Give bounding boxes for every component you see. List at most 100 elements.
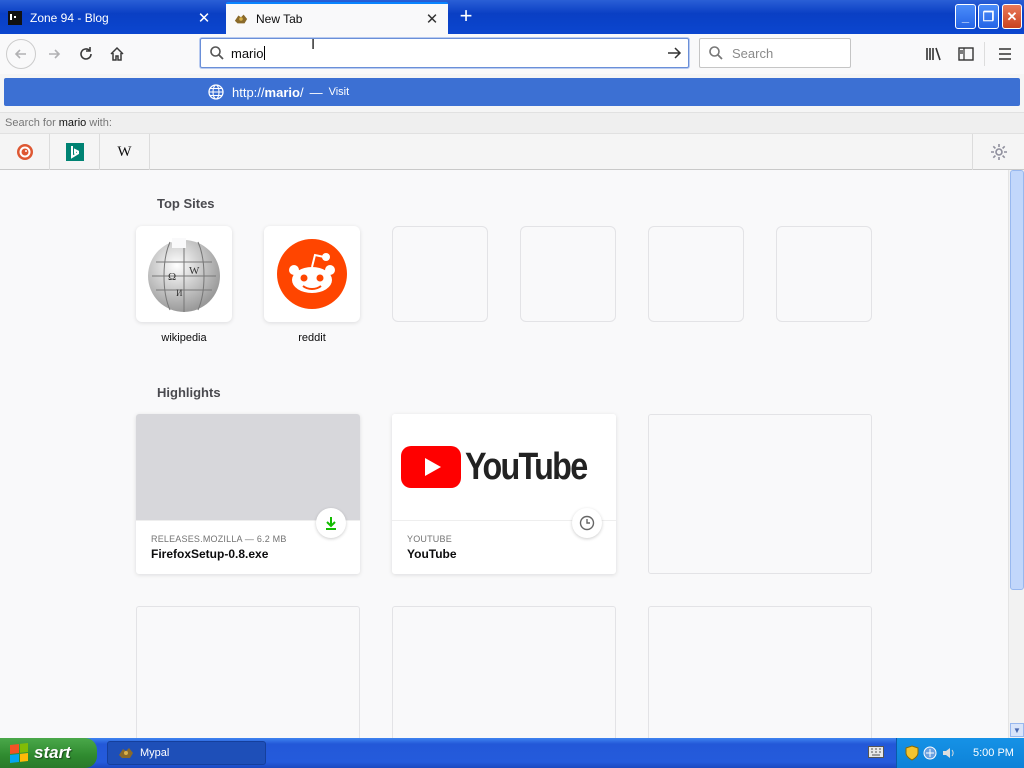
zone94-favicon-icon (8, 11, 22, 25)
gear-icon (990, 144, 1007, 160)
library-button[interactable] (920, 40, 948, 68)
top-site-empty (392, 226, 488, 322)
windows-taskbar: start Mypal 5:00 PM (0, 738, 1024, 768)
minimize-icon: _ (961, 9, 970, 24)
top-site-empty (520, 226, 616, 322)
card-preview: YouTube (392, 414, 616, 521)
tab-title: Zone 94 - Blog (30, 11, 109, 25)
sidebar-icon (958, 47, 974, 61)
restore-icon: ❐ (982, 8, 995, 24)
duckduckgo-icon (16, 144, 33, 160)
suggestion-url-term: mario (264, 84, 300, 100)
suggestion-action: Visit (328, 86, 350, 98)
scroll-down-button[interactable]: ▼ (1010, 723, 1024, 737)
svg-text:W: W (189, 265, 200, 277)
tab-title: New Tab (256, 12, 303, 26)
top-site-tile[interactable] (264, 226, 360, 322)
top-site-label: reddit (298, 332, 326, 344)
highlight-card-youtube[interactable]: YouTube YOUTUBE YouTube (392, 414, 616, 574)
start-button[interactable]: start (0, 738, 97, 768)
menu-button[interactable] (991, 40, 1019, 68)
volume-icon[interactable] (941, 746, 955, 760)
url-bar[interactable]: mario (200, 38, 689, 68)
mypal-app-icon (118, 746, 134, 760)
highlight-card-firefox-setup[interactable]: RELEASES.MOZILLA — 6.2 MB FirefoxSetup-0… (136, 414, 360, 574)
tab-new-tab[interactable]: New Tab ✕ (226, 2, 448, 34)
suggestion-visit-row[interactable]: http://mario / — Visit (4, 78, 1020, 106)
highlight-placeholder (648, 414, 872, 574)
top-site-placeholder (776, 226, 872, 322)
start-label: start (34, 743, 71, 762)
youtube-logo-icon (400, 446, 461, 488)
network-icon[interactable] (923, 746, 937, 760)
top-site-label: wikipedia (161, 332, 207, 344)
suggestion-separator: — (309, 84, 323, 100)
close-icon: ✕ (1006, 8, 1018, 24)
card-title: FirefoxSetup-0.8.exe (151, 547, 269, 561)
one-off-search-engines: W (0, 134, 1024, 170)
search-with-term: mario (58, 117, 87, 129)
highlight-placeholder (392, 606, 616, 738)
back-button[interactable] (6, 39, 36, 69)
forward-arrow-icon (49, 49, 61, 59)
card-host: YOUTUBE (407, 534, 452, 544)
hamburger-menu-icon (999, 48, 1011, 60)
search-with-suffix: with: (89, 117, 112, 129)
new-tab-button[interactable]: + (454, 5, 478, 28)
vertical-scrollbar[interactable]: ▼ (1008, 170, 1024, 738)
close-icon[interactable]: ✕ (424, 11, 440, 27)
top-site-wikipedia[interactable]: Ω W И wikipedia (136, 226, 232, 344)
reload-icon (80, 47, 92, 60)
mypal-favicon-icon (234, 12, 248, 26)
search-with-prefix: Search for (5, 117, 56, 129)
download-icon (326, 517, 336, 530)
tab-zone94-blog[interactable]: Zone 94 - Blog (0, 2, 224, 34)
engine-duckduckgo-button[interactable] (0, 134, 50, 170)
security-shield-icon[interactable] (905, 745, 919, 761)
home-button[interactable] (103, 40, 131, 68)
taskbar-item-mypal[interactable]: Mypal (107, 741, 266, 765)
toolbar-divider (984, 42, 985, 66)
card-host: RELEASES.MOZILLA — 6.2 MB (151, 534, 287, 544)
wikipedia-globe-icon: Ω W И (148, 238, 220, 312)
close-window-button[interactable]: ✕ (1002, 4, 1022, 29)
restore-button[interactable]: ❐ (978, 4, 999, 29)
ibeam-cursor-icon: I (311, 36, 316, 53)
download-badge (316, 508, 346, 538)
search-placeholder: Search (732, 45, 774, 61)
text-caret (263, 45, 265, 60)
suggestion-url-suffix: / (299, 84, 304, 100)
top-site-empty (776, 226, 872, 322)
scrollbar-thumb[interactable] (1010, 170, 1024, 590)
wikipedia-w-icon: W (117, 143, 132, 160)
tab-close-button[interactable]: ✕ (196, 2, 220, 34)
highlight-placeholder (648, 606, 872, 738)
home-icon (110, 46, 124, 61)
engine-bing-button[interactable] (50, 134, 100, 170)
history-badge (572, 508, 602, 538)
top-site-empty (648, 226, 744, 322)
card-title: YouTube (407, 547, 457, 561)
library-icon (926, 47, 941, 61)
search-icon (709, 46, 723, 60)
top-site-reddit[interactable]: reddit (264, 226, 360, 344)
keyboard-icon[interactable] (868, 746, 884, 761)
sidebar-button[interactable] (952, 40, 980, 68)
top-site-placeholder (392, 226, 488, 322)
forward-button[interactable] (40, 40, 68, 68)
search-settings-button[interactable] (972, 134, 1024, 170)
suggestion-url-prefix: http:// (232, 84, 265, 100)
minimize-button[interactable]: _ (955, 4, 976, 29)
system-tray: 5:00 PM (896, 738, 1024, 768)
top-site-placeholder (648, 226, 744, 322)
top-site-tile[interactable]: Ω W И (136, 226, 232, 322)
highlight-placeholder (136, 606, 360, 738)
url-input[interactable]: mario (231, 46, 264, 61)
reload-button[interactable] (72, 40, 100, 68)
reddit-icon (277, 239, 347, 309)
taskbar-clock[interactable]: 5:00 PM (973, 747, 1014, 759)
go-button[interactable] (660, 39, 688, 67)
engine-wikipedia-button[interactable]: W (100, 134, 150, 170)
search-bar[interactable]: Search (699, 38, 851, 68)
windows-flag-icon (10, 743, 28, 763)
